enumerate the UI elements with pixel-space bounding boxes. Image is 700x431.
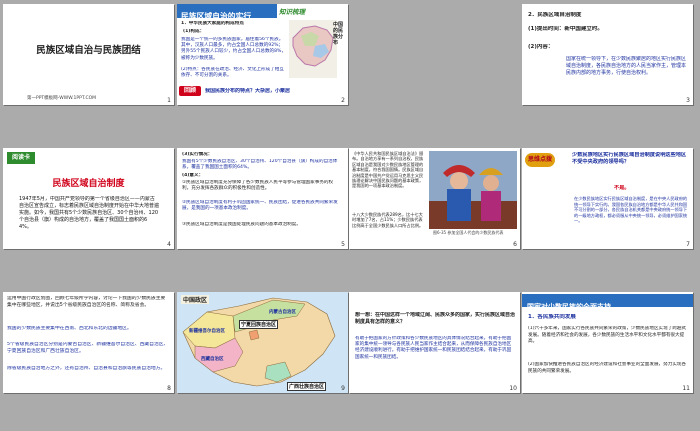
ethnic-map-image [289, 20, 337, 78]
map-label-guangxi: 广西壮族自治区 [287, 382, 327, 391]
slide-number: 5 [341, 241, 345, 248]
slide-8-prompt: 运用中国行政区划图，回顾七年级所学内容，讨论一下我国的少数民族主要集中在哪些地区… [7, 296, 166, 308]
slide-8-answer1: 我国的少数民族主要集中在西南、西北和东北的边疆地区。 [7, 326, 132, 331]
slide-thumbnail-9[interactable]: 中国政区 内蒙古自治区 新疆维吾尔自治区 西藏自治区 宁夏回族自治区 广西壮族自… [177, 292, 348, 393]
slide-2-sub1: (1)构成： [183, 29, 205, 34]
slide-thumbnail-4[interactable]: 阅读卡 民族区域自治制度 1947年5月，中国共产党领导的第一个省级自治区——内… [3, 148, 174, 249]
slide-1-footer: 第一PPT模板网-WWW.1PPT.COM [27, 96, 97, 101]
slide-10-question: 想一想：在中国这样一个地域辽阔、民族众多的国家，实行民族区域自治制度具有怎样的意… [355, 312, 515, 325]
slide-11-point: 1．各民族共同发展 [528, 314, 576, 320]
slide-4-title: 民族区域自治制度 [52, 179, 125, 189]
slide-8-answer3: 除省级民族自治地方之外，还有自治州、自治县和自治旗等民族自治地方。 [7, 366, 166, 371]
slide-thumbnail-6[interactable]: 《中华人民共和国民族区域自治法》颁布。自治地方享有一系列自治权，民族区域自治是我… [349, 148, 520, 249]
slide-2-text1: 我国是一个统一的多民族国家，居住着56个民族。其中，汉族人口最多，约占全国人口总… [181, 37, 287, 61]
slide-number: 9 [341, 385, 345, 392]
slide-2-sub2: (2)特点：各民族在政治、经济、文化上形成了相互依存、不可分割的关系。 [181, 67, 284, 79]
slide-5-s2-text1: ①民族区域自治制度充分保障了各少数民族人民平等参与管理国家事务的权利，充分发挥各… [182, 180, 334, 192]
slide-2-question: 我国民族分布的特点？大杂居，小聚居 [205, 88, 291, 94]
slide-number: 11 [682, 385, 690, 392]
slide-4-text: 1947年5月，中国共产党领导的第一个省级自治区——内蒙古自治区宣告成立，标志着… [19, 196, 159, 230]
map-label-xizang: 西藏自治区 [201, 357, 224, 362]
slide-10-answer: 有助于把国家的方针政策和各少数民族地区的具体情况结合起来，有助于把国家的集中统一… [355, 336, 512, 360]
slide-7-question: 少数民族地区实行民族区域自治制度说明这些地区不受中央政府的领导吗？ [572, 152, 687, 165]
map-label-xinjiang: 新疆维吾尔自治区 [189, 329, 225, 334]
slide-5-s1: (3)实行情况： [182, 152, 213, 157]
slide-thumbnail-5[interactable]: (3)实行情况： 我国有5个少数民族自治区、30个自治州、120个自治县（旗）构… [177, 148, 348, 249]
slide-thumbnail-11[interactable]: 国家对少数民族的全面支持 1．各民族共同发展 (1)六十多年来，国家实行各民族共… [522, 292, 693, 393]
slide-8-answer2: 5个省级民族自治区分别是内蒙古自治区、新疆维吾尔自治区、西藏自治区、宁夏回族自治… [7, 342, 169, 354]
slide-6-news: 《中华人民共和国民族区域自治法》颁布。自治地方享有一系列自治权，民族区域自治是我… [352, 151, 424, 189]
slide-2-map-label: 中国的民族分布 [333, 22, 344, 46]
slide-number: 6 [513, 241, 517, 248]
slide-number: 1 [167, 97, 171, 104]
slide-3-text: 国家在统一领导下，在少数民族聚居的地区实行民族区域自治制度，各民族自治地方的人民… [566, 56, 687, 76]
slide-1-title: 民族区域自治与民族团结 [36, 45, 141, 56]
slide-number: 7 [686, 241, 690, 248]
slide-2-stamp: 回顾 [179, 86, 201, 96]
slide-number: 4 [167, 241, 171, 248]
slide-11-header: 国家对少数民族的全面支持 [522, 294, 693, 311]
map-label-ningxia: 宁夏回族自治区 [239, 320, 279, 329]
slide-7-answer: 不是。 [614, 185, 630, 191]
slide-6-caption: 图6-35 参加全国人代会的少数民族代表 [433, 230, 504, 235]
slide-3-sub2: (2)内容： [528, 44, 554, 50]
slide-11-text2: (2)国家加快推进各民族自治区的经济建设和社会事业的全面发展，努力实现各民族的共… [528, 362, 687, 374]
slide-thumbnail-2[interactable]: 民族区域自治的实行 知识梳理 1．中华民族大家庭的构成特点 (1)构成： 我国是… [177, 4, 348, 105]
slide-5-s2: (4)意义： [182, 173, 204, 178]
slide-7-badge: 思维点拨 [525, 153, 555, 167]
slide-thumbnail-1[interactable]: 民族区域自治与民族团结 第一PPT模板网-WWW.1PPT.COM 1 [3, 4, 174, 105]
slide-number: 3 [686, 97, 690, 104]
slide-thumbnail-8[interactable]: 运用中国行政区划图，回顾七年级所学内容，讨论一下我国的少数民族主要集中在哪些地区… [3, 292, 174, 393]
slide-2-header: 民族区域自治的实行 [177, 4, 277, 21]
slide-thumbnail-10[interactable]: 想一想：在中国这样一个地域辽阔、民族众多的国家，实行民族区域自治制度具有怎样的意… [349, 292, 520, 393]
delegates-photo [429, 151, 517, 229]
slide-9-map-title: 中国政区 [181, 295, 210, 304]
slide-number: 10 [509, 385, 517, 392]
slide-5-s1-text: 我国有5个少数民族自治区、30个自治州、120个自治县（旗）构成的自治体系，覆盖… [182, 159, 338, 171]
slide-number: 8 [167, 385, 171, 392]
slide-thumbnail-3[interactable]: 2．民族区域自治制度 (1)提出时间：新中国建立时。 (2)内容： 国家在统一领… [522, 4, 693, 105]
slide-11-text1: (1)六十多年来，国家实行各民族共同繁荣的政策，少数民族地区实现了跨越式发展。随… [528, 326, 687, 344]
slide-4-label: 阅读卡 [7, 152, 35, 164]
slide-number: 2 [341, 97, 345, 104]
slide-3-sub1: (1)提出时间：新中国建立时。 [528, 26, 603, 32]
slide-5-s2-text2: ②民族区域自治制度有利于巩固国家统一、民族团结，促进各民族共同繁荣发展，是我国的… [182, 200, 338, 212]
china-admin-map [182, 297, 336, 387]
slide-thumbnail-7[interactable]: 思维点拨 少数民族地区实行民族区域自治制度说明这些地区不受中央政府的领导吗？ 不… [522, 148, 693, 249]
slide-6-news2: 十八大少数民族代表289名，比十七大时增加了7名，占11%；少数民族代表比例高于… [352, 212, 424, 228]
slide-3-point: 2．民族区域自治制度 [528, 12, 582, 18]
slide-2-point: 1．中华民族大家庭的构成特点 [181, 21, 244, 26]
slide-7-explain: 在少数民族地区实行民族区域自治制度，是在中央人民政府的统一领导下实行的。我国各民… [574, 196, 688, 223]
slide-5-s2-text3: ③民族区域自治制度是我国处理民族问题的基本政治制度。 [182, 222, 301, 227]
map-label-nei-menggu: 内蒙古自治区 [269, 310, 296, 315]
slide-2-subheader: 知识梳理 [279, 8, 305, 16]
